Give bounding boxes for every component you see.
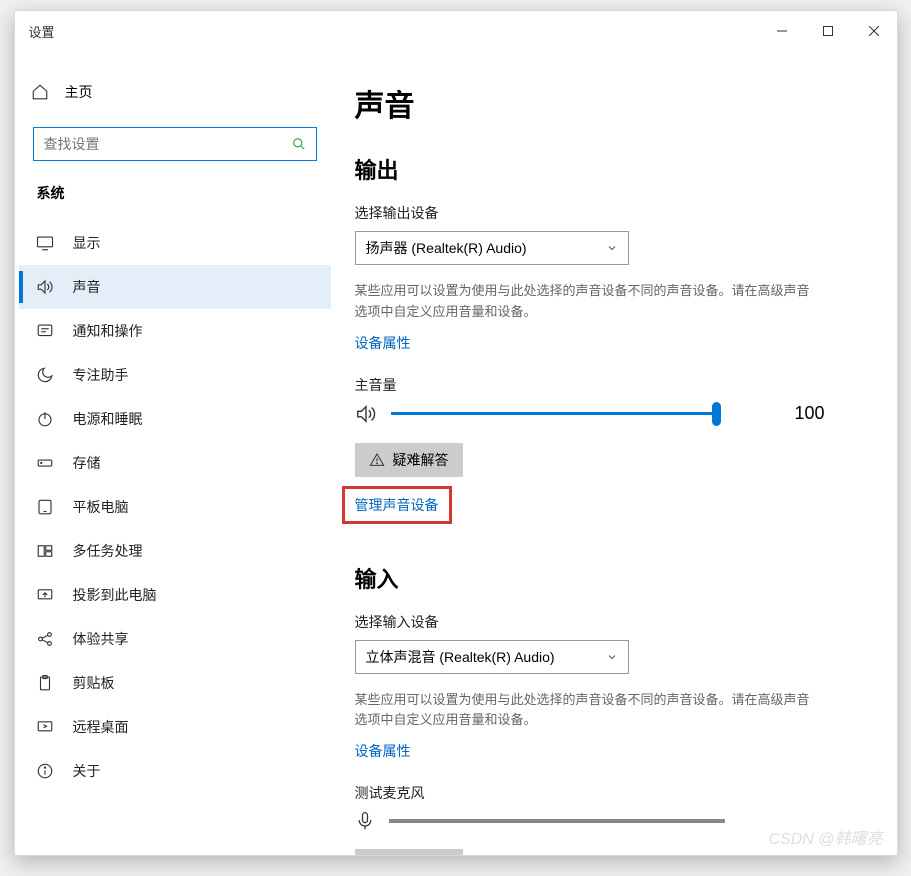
notify-icon	[35, 321, 55, 341]
sidebar-item-share[interactable]: 体验共享	[19, 617, 331, 661]
mic-level-bar	[389, 819, 725, 823]
volume-value: 100	[795, 403, 825, 424]
sidebar-item-about[interactable]: 关于	[19, 749, 331, 793]
sidebar-item-label: 电源和睡眠	[73, 409, 143, 429]
manage-sound-devices-link[interactable]: 管理声音设备	[355, 495, 439, 515]
focus-icon	[35, 365, 55, 385]
output-desc: 某些应用可以设置为使用与此处选择的声音设备不同的声音设备。请在高级声音选项中自定…	[355, 281, 815, 323]
sidebar-item-label: 剪贴板	[73, 673, 115, 693]
warning-icon	[369, 452, 385, 468]
display-icon	[35, 233, 55, 253]
sidebar-item-label: 声音	[73, 277, 101, 297]
sidebar-item-focus[interactable]: 专注助手	[19, 353, 331, 397]
slider-track	[391, 412, 721, 415]
input-select-label: 选择输入设备	[355, 612, 861, 632]
minimize-button[interactable]	[759, 11, 805, 51]
volume-slider[interactable]	[391, 404, 721, 424]
output-properties-link[interactable]: 设备属性	[355, 333, 411, 353]
test-mic-label: 测试麦克风	[355, 783, 861, 803]
search-input-wrapper[interactable]	[33, 127, 317, 161]
output-device-value: 扬声器 (Realtek(R) Audio)	[366, 238, 527, 258]
chevron-down-icon	[606, 651, 618, 663]
sidebar-item-label: 投影到此电脑	[73, 585, 157, 605]
home-button[interactable]: 主页	[19, 71, 331, 113]
output-select-label: 选择输出设备	[355, 203, 861, 223]
output-troubleshoot-button[interactable]: 疑难解答	[355, 443, 463, 477]
sidebar-item-multitask[interactable]: 多任务处理	[19, 529, 331, 573]
sidebar-item-clipboard[interactable]: 剪贴板	[19, 661, 331, 705]
content: 声音 输出 选择输出设备 扬声器 (Realtek(R) Audio) 某些应用…	[335, 51, 897, 855]
sidebar-item-label: 关于	[73, 761, 101, 781]
search-icon	[292, 137, 306, 151]
master-volume-label: 主音量	[355, 375, 861, 395]
mic-test-row	[355, 811, 725, 831]
sidebar-item-label: 远程桌面	[73, 717, 129, 737]
tablet-icon	[35, 497, 55, 517]
sidebar-item-remote[interactable]: 远程桌面	[19, 705, 331, 749]
multitask-icon	[35, 541, 55, 561]
sidebar-item-label: 存储	[73, 453, 101, 473]
titlebar: 设置	[15, 11, 897, 51]
output-heading: 输出	[355, 153, 861, 185]
share-icon	[35, 629, 55, 649]
sidebar-item-label: 专注助手	[73, 365, 129, 385]
sidebar-item-storage[interactable]: 存储	[19, 441, 331, 485]
window-body: 主页 系统 显示声音通知和操作专注助手电源和睡眠存储平板电脑多任务处理投影到此电…	[15, 51, 897, 855]
maximize-button[interactable]	[805, 11, 851, 51]
sidebar-item-label: 通知和操作	[73, 321, 143, 341]
speaker-icon[interactable]	[355, 403, 377, 425]
sidebar-item-notify[interactable]: 通知和操作	[19, 309, 331, 353]
input-troubleshoot-button[interactable]: 疑难解答	[355, 849, 463, 855]
project-icon	[35, 585, 55, 605]
page-title: 声音	[355, 81, 861, 125]
input-desc: 某些应用可以设置为使用与此处选择的声音设备不同的声音设备。请在高级声音选项中自定…	[355, 690, 815, 732]
about-icon	[35, 761, 55, 781]
sidebar-item-label: 多任务处理	[73, 541, 143, 561]
sidebar-item-sound[interactable]: 声音	[19, 265, 331, 309]
microphone-icon	[355, 811, 375, 831]
input-heading: 输入	[355, 562, 861, 594]
input-device-select[interactable]: 立体声混音 (Realtek(R) Audio)	[355, 640, 629, 674]
chevron-down-icon	[606, 242, 618, 254]
troubleshoot-label: 疑难解答	[393, 450, 449, 470]
power-icon	[35, 409, 55, 429]
sidebar: 主页 系统 显示声音通知和操作专注助手电源和睡眠存储平板电脑多任务处理投影到此电…	[15, 51, 335, 855]
sidebar-item-tablet[interactable]: 平板电脑	[19, 485, 331, 529]
home-label: 主页	[65, 82, 93, 102]
window-title: 设置	[29, 22, 55, 41]
sidebar-item-label: 平板电脑	[73, 497, 129, 517]
sidebar-item-label: 体验共享	[73, 629, 129, 649]
sidebar-item-power[interactable]: 电源和睡眠	[19, 397, 331, 441]
sidebar-item-label: 显示	[73, 233, 101, 253]
sidebar-item-display[interactable]: 显示	[19, 221, 331, 265]
manage-highlight: 管理声音设备	[342, 486, 452, 524]
storage-icon	[35, 453, 55, 473]
window-controls	[759, 11, 897, 51]
nav-list: 显示声音通知和操作专注助手电源和睡眠存储平板电脑多任务处理投影到此电脑体验共享剪…	[19, 221, 331, 793]
output-device-select[interactable]: 扬声器 (Realtek(R) Audio)	[355, 231, 629, 265]
input-properties-link[interactable]: 设备属性	[355, 741, 411, 761]
close-button[interactable]	[851, 11, 897, 51]
sound-icon	[35, 277, 55, 297]
volume-row: 100	[355, 403, 861, 425]
remote-icon	[35, 717, 55, 737]
clipboard-icon	[35, 673, 55, 693]
sidebar-item-project[interactable]: 投影到此电脑	[19, 573, 331, 617]
category-label: 系统	[19, 183, 331, 203]
slider-thumb[interactable]	[712, 402, 721, 426]
input-device-value: 立体声混音 (Realtek(R) Audio)	[366, 647, 555, 667]
search-input[interactable]	[44, 136, 292, 152]
home-icon	[31, 83, 49, 101]
settings-window: 设置 主页 系统 显示声音通知和操作专注助手电源和睡眠存储平板电脑多任务处理投影…	[14, 10, 898, 856]
